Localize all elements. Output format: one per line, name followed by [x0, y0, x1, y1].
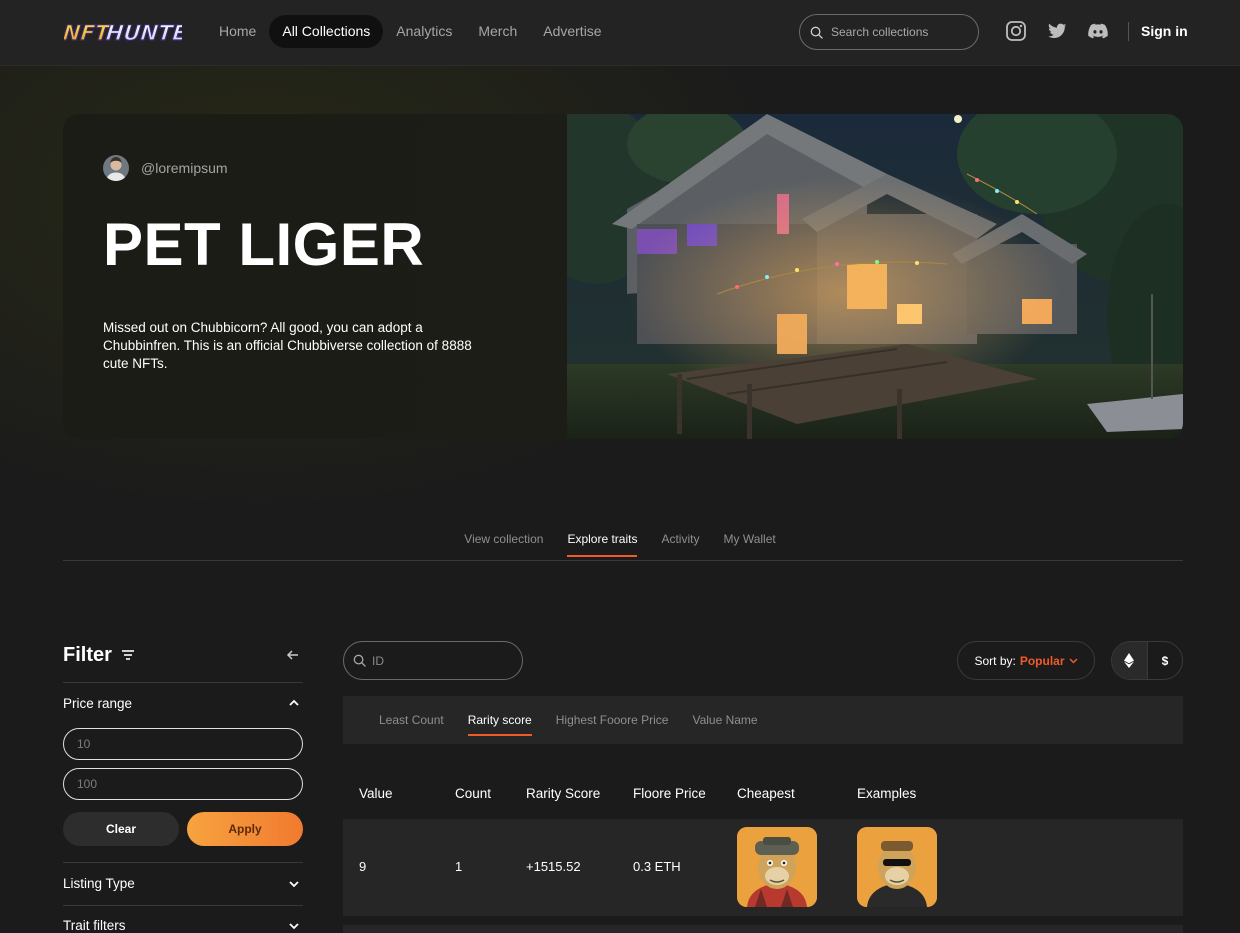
- instagram-icon[interactable]: [1005, 20, 1027, 42]
- hero-info-panel: @loremipsum PET LIGER Missed out on Chub…: [63, 114, 568, 439]
- chevron-down-icon: [1068, 657, 1078, 664]
- clear-button[interactable]: Clear: [63, 812, 179, 846]
- sort-value: Popular: [1019, 653, 1065, 668]
- subtab-highest-floor-price[interactable]: Highest Fooore Price: [556, 696, 669, 744]
- tab-my-wallet[interactable]: My Wallet: [723, 532, 775, 557]
- filter-divider: [63, 682, 303, 683]
- listing-type-label[interactable]: Listing Type: [63, 876, 135, 891]
- trait-filters-label[interactable]: Trait filters: [63, 918, 126, 933]
- cell-floor-price: 0.3 ETH: [633, 859, 681, 874]
- creator-info[interactable]: @loremipsum: [103, 155, 228, 181]
- creator-handle: @loremipsum: [141, 160, 228, 176]
- sort-dropdown[interactable]: Sort by: Popular: [957, 641, 1095, 680]
- apply-button[interactable]: Apply: [187, 812, 303, 846]
- filter-divider: [63, 905, 303, 906]
- column-header-count[interactable]: Count: [455, 786, 491, 801]
- main-nav: Home All Collections Analytics Merch Adv…: [206, 15, 615, 48]
- currency-toggle: $: [1111, 641, 1183, 680]
- cell-rarity-score: +1515.52: [526, 859, 581, 874]
- table-row[interactable]: 9 1 +1515.52 0.3 ETH: [343, 819, 1183, 916]
- collection-search: [799, 14, 979, 50]
- nav-analytics[interactable]: Analytics: [383, 15, 465, 48]
- price-range-label[interactable]: Price range: [63, 696, 132, 711]
- creator-avatar: [103, 155, 129, 181]
- search-icon: [353, 654, 366, 667]
- sign-in-button[interactable]: Sign in: [1141, 23, 1188, 39]
- column-header-cheapest[interactable]: Cheapest: [737, 786, 795, 801]
- currency-usd-button[interactable]: $: [1146, 642, 1182, 679]
- ethereum-icon: [1124, 653, 1135, 668]
- collection-title: PET LIGER: [103, 211, 425, 278]
- collection-description: Missed out on Chubbicorn? All good, you …: [103, 320, 472, 371]
- cell-count: 1: [455, 859, 463, 874]
- nav-merch[interactable]: Merch: [465, 15, 530, 48]
- search-collections-input[interactable]: [831, 25, 961, 39]
- id-search-input[interactable]: [372, 653, 502, 668]
- subtab-rarity-score-label: Rarity score: [467, 713, 532, 736]
- collection-banner-image: [567, 114, 1183, 439]
- nav-all-collections[interactable]: All Collections: [269, 15, 384, 48]
- filter-title: Filter: [63, 644, 112, 666]
- table-row[interactable]: [343, 925, 1183, 933]
- column-header-value[interactable]: Value: [359, 786, 393, 801]
- chevron-down-icon[interactable]: [288, 880, 300, 888]
- trait-sort-tabs: Least Count Rarity score Highest Fooore …: [343, 696, 1183, 744]
- header-divider: [1128, 22, 1129, 41]
- search-icon: [810, 26, 823, 39]
- subtab-rarity-score[interactable]: Rarity score: [467, 696, 532, 744]
- column-header-examples[interactable]: Examples: [857, 786, 916, 801]
- collection-tabs: View collection Explore traits Activity …: [0, 532, 1240, 557]
- filter-divider: [63, 862, 303, 863]
- tab-explore-traits[interactable]: Explore traits: [567, 532, 638, 557]
- tabs-divider: [63, 560, 1183, 561]
- arrow-left-icon[interactable]: [286, 648, 300, 662]
- svg-text:HUNTERZ: HUNTERZ: [105, 20, 182, 45]
- filter-icon: [122, 650, 134, 660]
- tab-activity[interactable]: Activity: [661, 532, 699, 557]
- example-nft-thumbnail[interactable]: [857, 827, 937, 907]
- chevron-up-icon[interactable]: [288, 699, 300, 707]
- id-search: [343, 641, 523, 680]
- price-min-input[interactable]: [63, 728, 303, 760]
- subtab-least-count[interactable]: Least Count: [379, 696, 444, 744]
- tab-view-collection[interactable]: View collection: [464, 532, 543, 557]
- top-navigation-bar: NFT HUNTERZ Home All Collections Analyti…: [0, 0, 1240, 66]
- subtab-value-name[interactable]: Value Name: [692, 696, 757, 744]
- column-header-floor-price[interactable]: Floore Price: [633, 786, 706, 801]
- column-header-rarity-score[interactable]: Rarity Score: [526, 786, 600, 801]
- discord-icon[interactable]: [1087, 20, 1109, 42]
- currency-eth-button[interactable]: [1112, 642, 1147, 679]
- cell-value: 9: [359, 859, 367, 874]
- collection-hero: @loremipsum PET LIGER Missed out on Chub…: [63, 114, 1183, 439]
- nav-advertise[interactable]: Advertise: [530, 15, 614, 48]
- twitter-icon[interactable]: [1046, 20, 1068, 42]
- nfthunterz-logo[interactable]: NFT HUNTERZ: [64, 14, 182, 48]
- cheapest-nft-thumbnail[interactable]: [737, 827, 817, 907]
- chevron-down-icon[interactable]: [288, 922, 300, 930]
- price-max-input[interactable]: [63, 768, 303, 800]
- sort-label: Sort by:: [974, 653, 1016, 668]
- nav-home[interactable]: Home: [206, 15, 269, 48]
